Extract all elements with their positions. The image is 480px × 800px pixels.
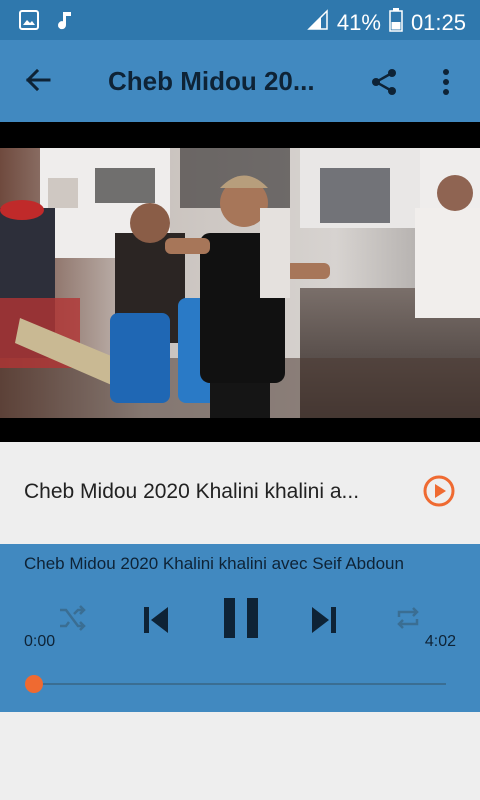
elapsed-time: 0:00 — [24, 633, 56, 650]
share-icon — [372, 69, 396, 95]
battery-percent: 41% — [336, 10, 381, 35]
more-options-button[interactable] — [428, 62, 464, 102]
track-list-item[interactable]: Cheb Midou 2020 Khalini khalini a... — [0, 442, 480, 544]
seek-bar[interactable] — [34, 683, 446, 685]
empty-list-area — [0, 712, 480, 800]
status-bar: 41% 01:25 — [0, 0, 480, 40]
media-player: Cheb Midou 2020 Khalini khalini avec Sei… — [0, 544, 480, 712]
video-player[interactable] — [0, 122, 480, 442]
skip-next-icon — [312, 607, 336, 633]
shuffle-icon — [60, 605, 86, 631]
pause-button[interactable] — [218, 592, 264, 644]
image-icon — [18, 9, 40, 36]
skip-previous-icon — [144, 607, 168, 633]
clock: 01:25 — [410, 10, 466, 35]
music-note-icon — [56, 9, 74, 36]
track-title: Cheb Midou 2020 Khalini khalini a... — [24, 480, 360, 503]
repeat-icon — [397, 607, 419, 629]
back-button[interactable] — [18, 60, 58, 100]
shuffle-button[interactable] — [52, 600, 92, 636]
video-thumbnail — [0, 148, 480, 418]
next-button[interactable] — [304, 600, 344, 640]
signal-icon — [307, 9, 329, 37]
play-circle-icon — [423, 475, 455, 507]
track-play-button[interactable] — [422, 474, 456, 508]
repeat-button[interactable] — [388, 600, 428, 636]
back-arrow-icon — [25, 68, 51, 92]
total-duration: 4:02 — [424, 633, 456, 650]
pause-icon — [224, 598, 258, 638]
app-bar: Cheb Midou 20... — [0, 40, 480, 122]
previous-button[interactable] — [136, 600, 176, 640]
share-button[interactable] — [364, 62, 404, 102]
now-playing-title: Cheb Midou 2020 Khalini khalini avec Sei… — [24, 554, 404, 573]
seek-thumb[interactable] — [25, 675, 43, 693]
battery-icon — [389, 8, 403, 38]
more-vert-icon — [443, 69, 449, 95]
page-title: Cheb Midou 20... — [108, 66, 315, 96]
